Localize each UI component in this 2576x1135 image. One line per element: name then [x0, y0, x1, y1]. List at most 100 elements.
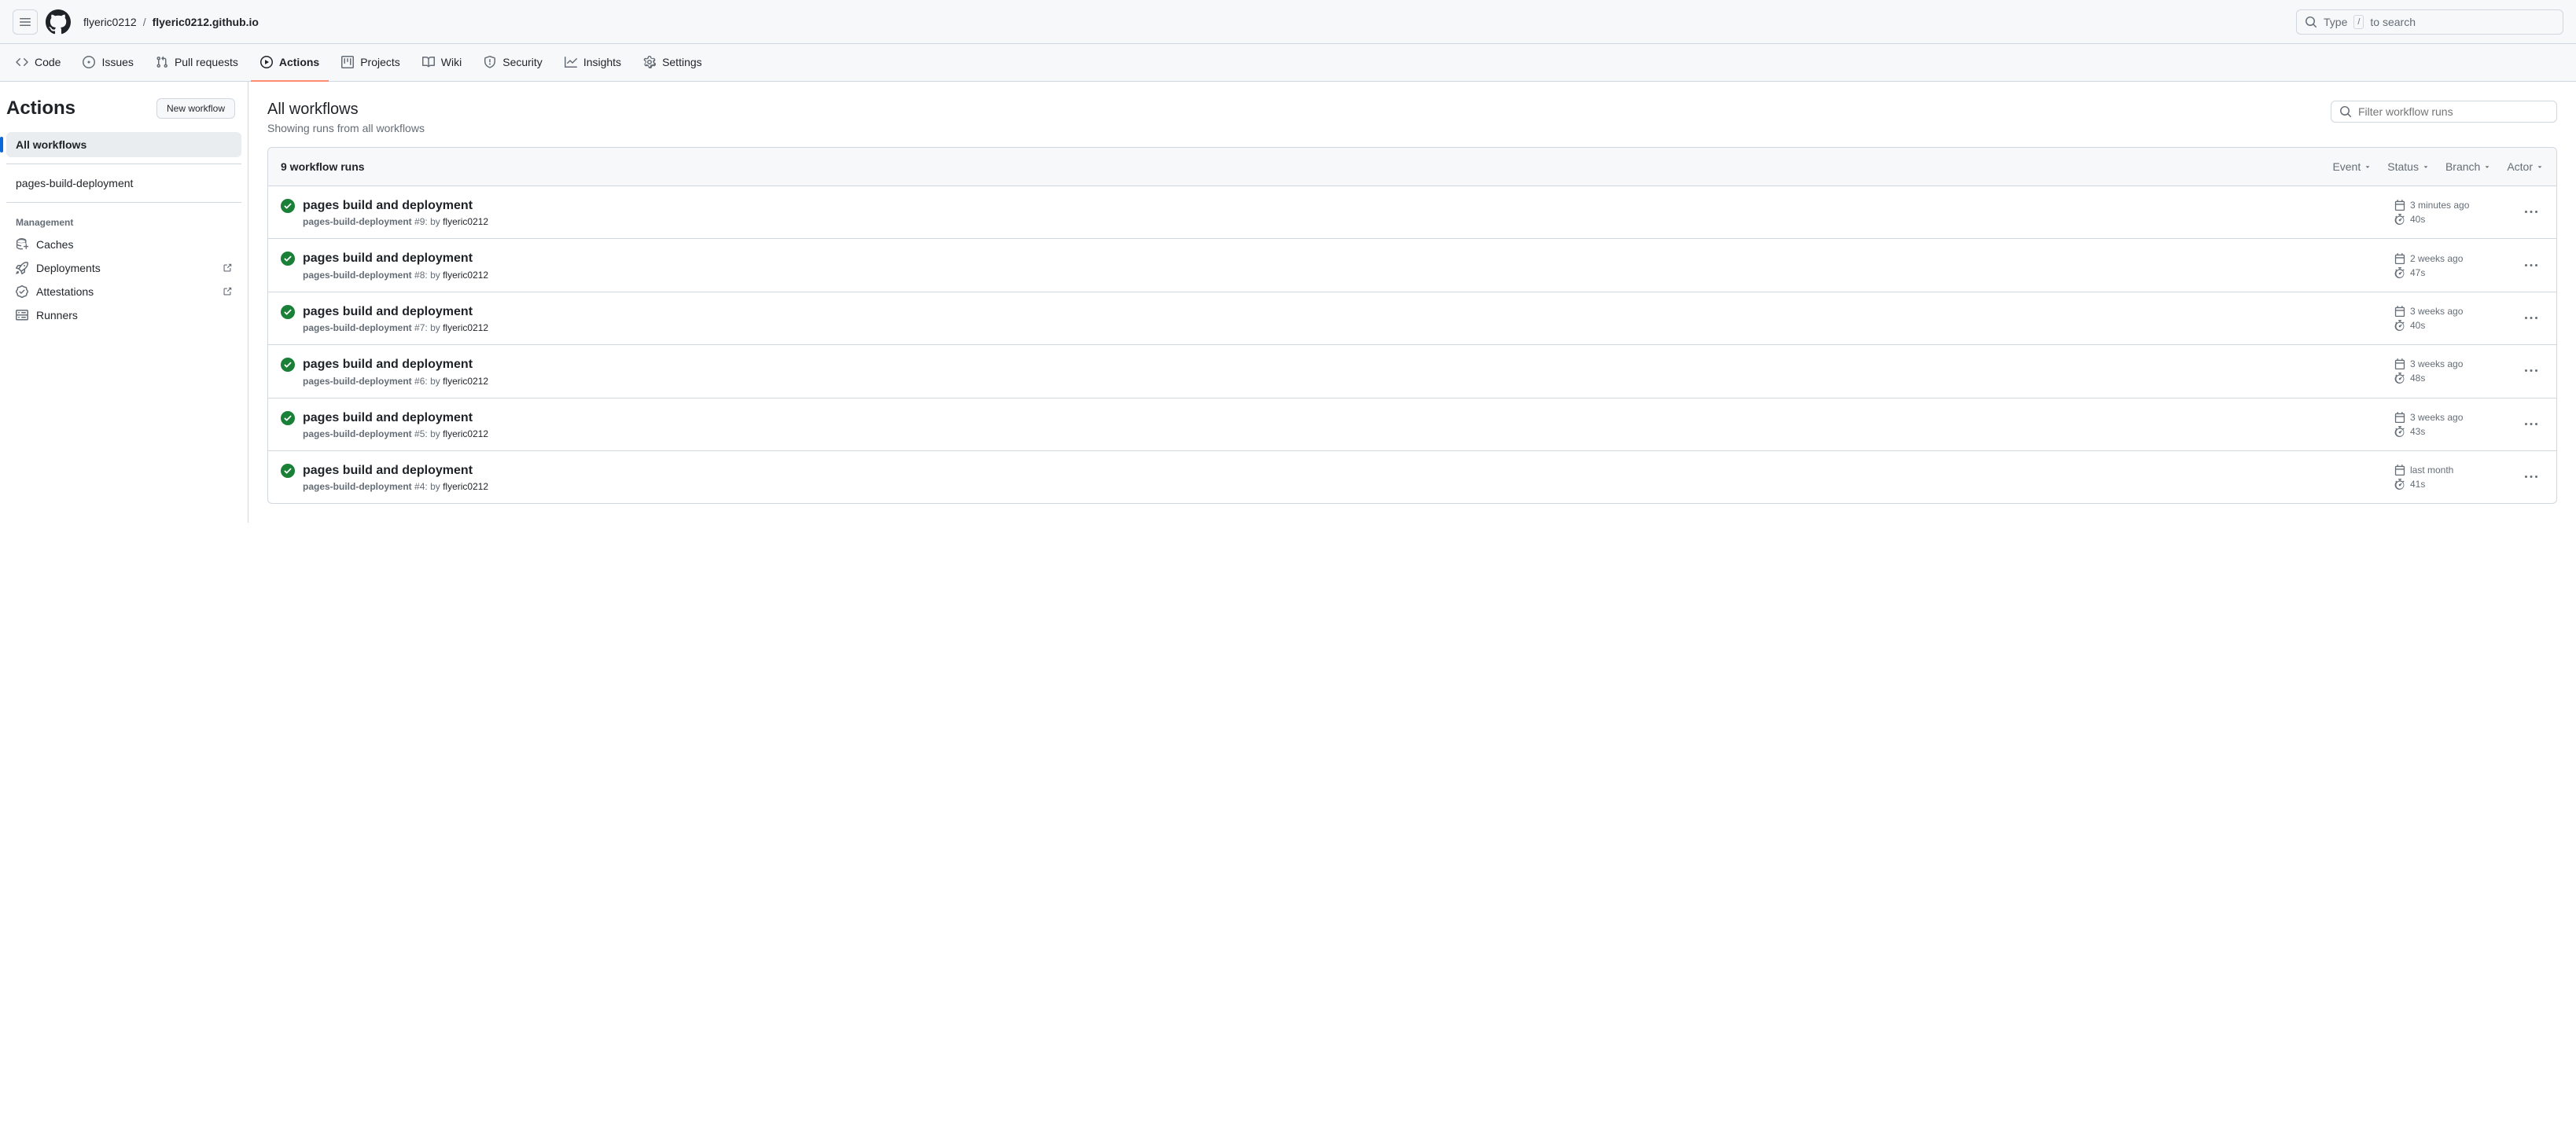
run-text: pages build and deployment pages-build-d… — [303, 462, 488, 492]
global-search[interactable]: Type / to search — [2296, 9, 2563, 35]
server-icon — [16, 309, 28, 321]
main-header: All workflows Showing runs from all work… — [267, 101, 2557, 134]
sidebar-item-caches[interactable]: Caches — [6, 233, 241, 256]
sidebar-item-runners[interactable]: Runners — [6, 303, 241, 327]
external-link-icon — [223, 263, 232, 273]
sidebar-item-deployments[interactable]: Deployments — [6, 256, 241, 280]
run-menu-button[interactable] — [2519, 200, 2544, 225]
kebab-icon — [2525, 471, 2537, 483]
run-author-link[interactable]: flyeric0212 — [443, 322, 488, 333]
github-logo[interactable] — [46, 9, 71, 35]
nav-insights-label: Insights — [583, 56, 621, 68]
run-author-link[interactable]: flyeric0212 — [443, 216, 488, 227]
run-right: last month 41s — [2394, 465, 2544, 490]
calendar-icon — [2394, 200, 2405, 211]
sidebar-item-workflow[interactable]: pages-build-deployment — [6, 171, 241, 196]
sidebar-item-all-workflows[interactable]: All workflows — [6, 132, 241, 157]
nav-actions-label: Actions — [279, 56, 319, 68]
run-duration: 40s — [2394, 320, 2489, 331]
run-workflow-link[interactable]: pages-build-deployment — [303, 322, 412, 333]
nav-actions[interactable]: Actions — [251, 44, 329, 82]
run-row: pages build and deployment pages-build-d… — [268, 186, 2556, 239]
run-time: 3 weeks ago — [2394, 306, 2489, 317]
run-author-link[interactable]: flyeric0212 — [443, 428, 488, 439]
run-duration: 41s — [2394, 479, 2489, 490]
stopwatch-icon — [2394, 426, 2405, 437]
run-menu-button[interactable] — [2519, 465, 2544, 490]
search-placeholder-prefix: Type — [2324, 16, 2347, 28]
nav-settings-label: Settings — [662, 56, 702, 68]
shield-icon — [484, 56, 496, 68]
nav-wiki-label: Wiki — [441, 56, 462, 68]
run-number: #7: — [414, 322, 428, 333]
filter-runs-input[interactable] — [2358, 105, 2548, 118]
run-text: pages build and deployment pages-build-d… — [303, 356, 488, 386]
run-workflow-link[interactable]: pages-build-deployment — [303, 428, 412, 439]
run-workflow-link[interactable]: pages-build-deployment — [303, 481, 412, 492]
run-number: #6: — [414, 376, 428, 387]
run-title-link[interactable]: pages build and deployment — [303, 303, 488, 321]
run-right: 3 weeks ago 48s — [2394, 358, 2544, 384]
run-menu-button[interactable] — [2519, 306, 2544, 331]
run-author-link[interactable]: flyeric0212 — [443, 270, 488, 281]
run-author-link[interactable]: flyeric0212 — [443, 376, 488, 387]
nav-projects[interactable]: Projects — [332, 44, 410, 82]
kebab-icon — [2525, 259, 2537, 272]
nav-wiki[interactable]: Wiki — [413, 44, 471, 82]
hamburger-button[interactable] — [13, 9, 38, 35]
calendar-icon — [2394, 306, 2405, 317]
run-time: 3 weeks ago — [2394, 358, 2489, 369]
run-author-link[interactable]: flyeric0212 — [443, 481, 488, 492]
run-meta: 3 weeks ago 43s — [2394, 412, 2489, 437]
sidebar-divider — [6, 163, 241, 164]
run-title-link[interactable]: pages build and deployment — [303, 197, 488, 215]
run-title-link[interactable]: pages build and deployment — [303, 462, 488, 479]
filter-actor-label: Actor — [2507, 160, 2533, 173]
run-meta: 2 weeks ago 47s — [2394, 253, 2489, 278]
filter-status[interactable]: Status — [2387, 160, 2430, 173]
nav-settings[interactable]: Settings — [634, 44, 712, 82]
run-workflow-link[interactable]: pages-build-deployment — [303, 270, 412, 281]
page-title: All workflows — [267, 101, 425, 119]
run-duration: 43s — [2394, 426, 2489, 437]
run-text: pages build and deployment pages-build-d… — [303, 410, 488, 439]
run-duration: 40s — [2394, 214, 2489, 225]
nav-insights[interactable]: Insights — [555, 44, 631, 82]
run-subtitle: pages-build-deployment #6: by flyeric021… — [303, 376, 488, 387]
new-workflow-button[interactable]: New workflow — [156, 98, 235, 119]
run-workflow-link[interactable]: pages-build-deployment — [303, 376, 412, 387]
caret-down-icon — [2422, 163, 2430, 171]
filter-event[interactable]: Event — [2332, 160, 2372, 173]
check-circle-icon — [281, 252, 295, 266]
run-time: last month — [2394, 465, 2489, 476]
run-menu-button[interactable] — [2519, 253, 2544, 278]
run-menu-button[interactable] — [2519, 412, 2544, 437]
run-title-link[interactable]: pages build and deployment — [303, 410, 488, 427]
caret-down-icon — [2364, 163, 2372, 171]
run-workflow-link[interactable]: pages-build-deployment — [303, 216, 412, 227]
nav-security[interactable]: Security — [474, 44, 552, 82]
breadcrumb-repo[interactable]: flyeric0212.github.io — [153, 16, 259, 28]
nav-issues-label: Issues — [101, 56, 133, 68]
runs-header: 9 workflow runs Event Status Branch Acto… — [268, 148, 2556, 186]
run-subtitle: pages-build-deployment #9: by flyeric021… — [303, 216, 488, 227]
nav-pulls[interactable]: Pull requests — [146, 44, 248, 82]
run-menu-button[interactable] — [2519, 358, 2544, 384]
run-title-link[interactable]: pages build and deployment — [303, 250, 488, 267]
calendar-icon — [2394, 412, 2405, 423]
graph-icon — [565, 56, 577, 68]
runs-count: 9 workflow runs — [281, 160, 365, 173]
nav-code[interactable]: Code — [6, 44, 70, 82]
nav-issues[interactable]: Issues — [73, 44, 142, 82]
filter-branch[interactable]: Branch — [2445, 160, 2491, 173]
run-meta: 3 weeks ago 48s — [2394, 358, 2489, 384]
breadcrumb-owner[interactable]: flyeric0212 — [83, 16, 137, 28]
run-right: 3 weeks ago 40s — [2394, 306, 2544, 331]
check-circle-icon — [281, 464, 295, 478]
filter-actor[interactable]: Actor — [2507, 160, 2544, 173]
run-time: 3 weeks ago — [2394, 412, 2489, 423]
run-title-link[interactable]: pages build and deployment — [303, 356, 488, 373]
run-row: pages build and deployment pages-build-d… — [268, 345, 2556, 398]
sidebar-item-attestations[interactable]: Attestations — [6, 280, 241, 303]
nav-security-label: Security — [502, 56, 543, 68]
